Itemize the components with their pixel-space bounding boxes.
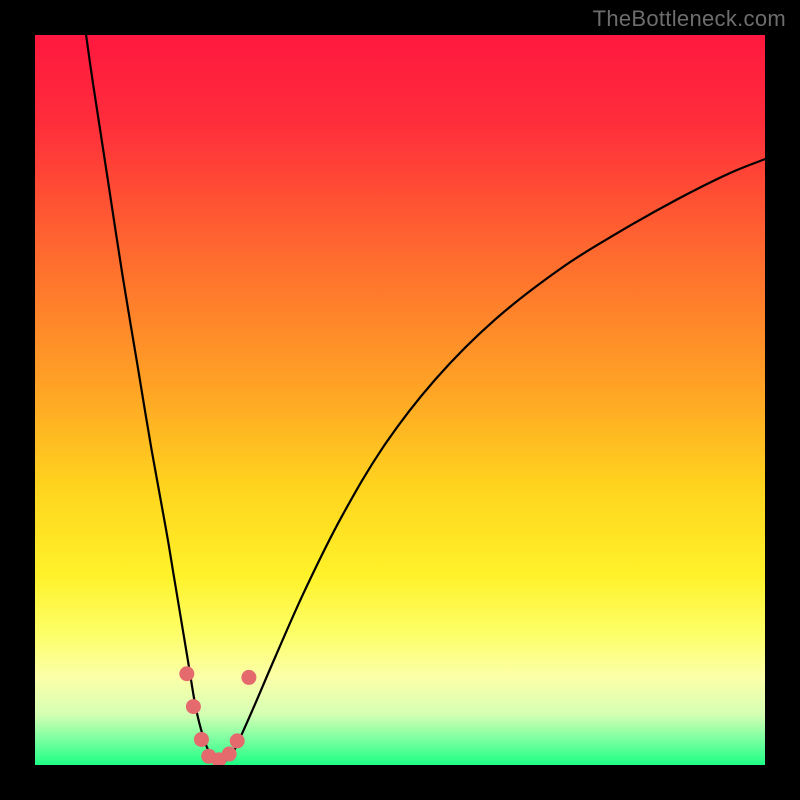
highlight-dot: [186, 699, 201, 714]
gradient-background: [35, 35, 765, 765]
highlight-dot: [179, 666, 194, 681]
watermark-text: TheBottleneck.com: [593, 6, 786, 32]
plot-svg: [35, 35, 765, 765]
highlight-dot: [241, 670, 256, 685]
plot-area: [35, 35, 765, 765]
highlight-dot: [230, 733, 245, 748]
outer-frame: TheBottleneck.com: [0, 0, 800, 800]
highlight-dot: [194, 732, 209, 747]
highlight-dot: [222, 747, 237, 762]
